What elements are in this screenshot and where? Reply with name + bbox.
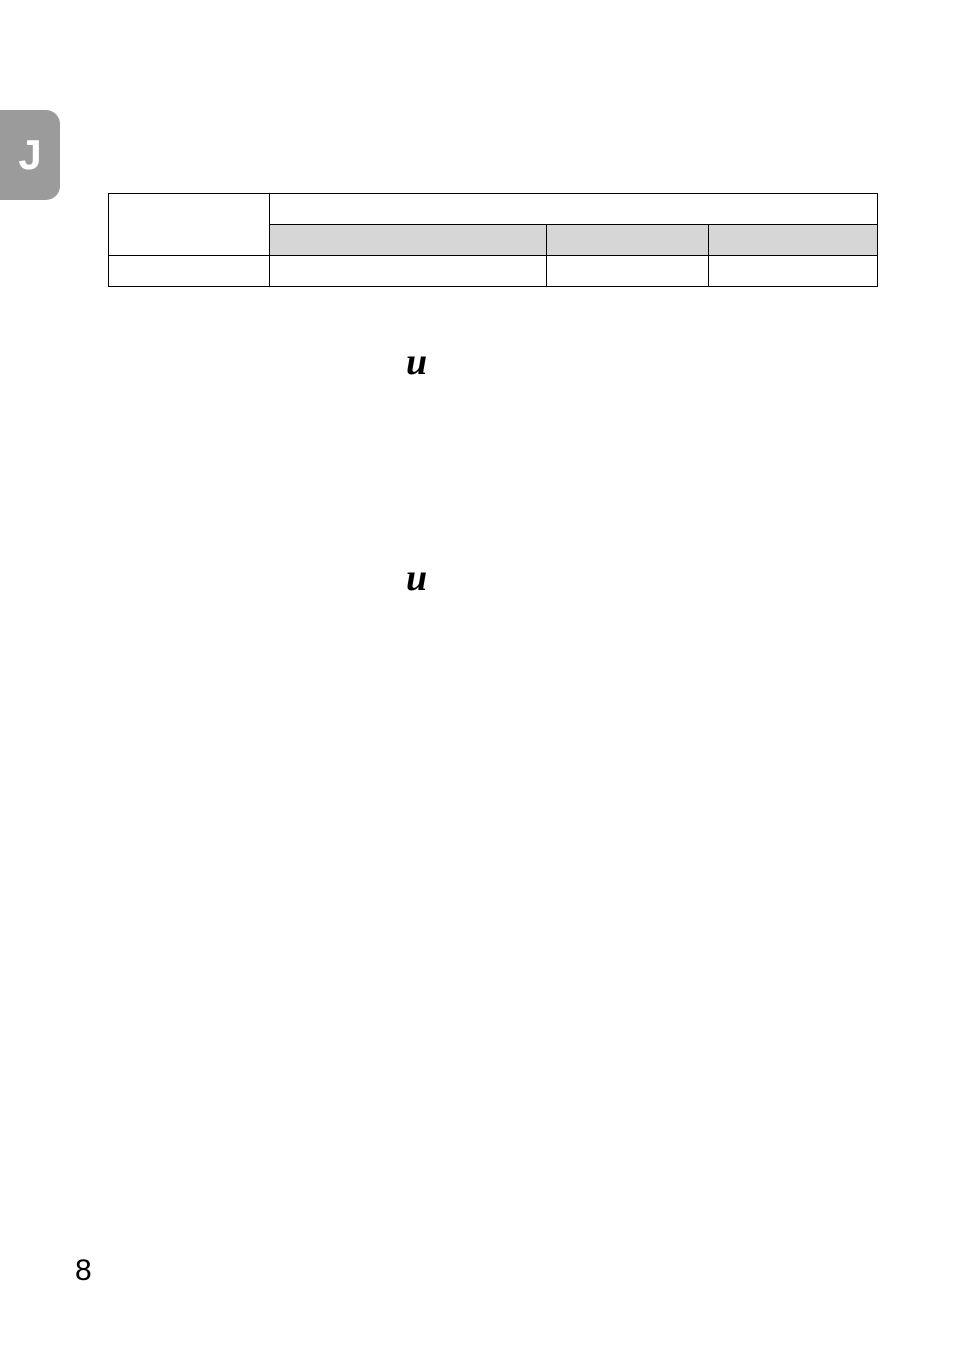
section-tab: J (0, 110, 60, 200)
table-cell (270, 225, 547, 256)
table-cell (270, 256, 547, 287)
table-cell (109, 194, 270, 256)
table-row (109, 256, 878, 287)
table-cell (270, 194, 878, 225)
table-cell (708, 256, 877, 287)
table-cell (547, 256, 708, 287)
table-cell (109, 256, 270, 287)
table-cell (708, 225, 877, 256)
spec-table (108, 193, 878, 287)
spec-table-container (108, 193, 878, 287)
section-tab-letter: J (18, 131, 41, 179)
table-row (109, 194, 878, 225)
instruction-glyph: u (406, 556, 427, 600)
table-cell (547, 225, 708, 256)
instruction-glyph: u (406, 340, 427, 384)
page-number: 8 (75, 1254, 92, 1288)
